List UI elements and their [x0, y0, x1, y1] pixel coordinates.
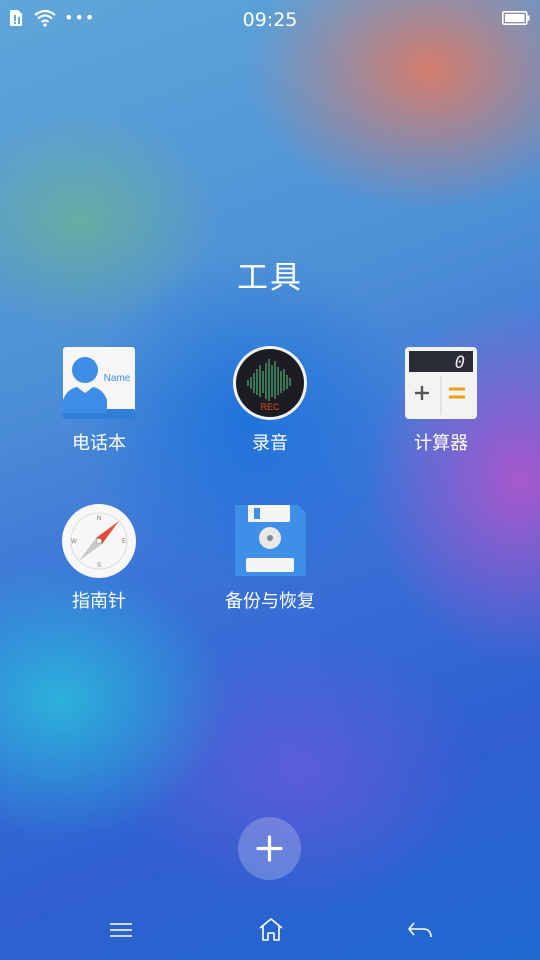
contacts-icon-text: Name — [104, 373, 131, 384]
app-label: 指南针 — [72, 591, 126, 612]
add-app-button[interactable] — [238, 817, 301, 880]
svg-text:E: E — [122, 539, 126, 545]
navigation-bar — [0, 900, 540, 960]
calculator-display-text: 0 — [455, 353, 465, 373]
calculator-icon: 0 — [405, 347, 477, 419]
folder-title: 工具 — [237, 260, 303, 296]
status-bar: ••• 09:25 — [0, 0, 540, 40]
contacts-icon: Name — [63, 347, 135, 419]
svg-text:S: S — [97, 563, 101, 569]
app-label: 计算器 — [414, 433, 468, 454]
compass-icon: N S W E — [62, 504, 136, 578]
menu-icon[interactable] — [106, 915, 136, 945]
backup-restore-icon — [235, 505, 306, 576]
home-icon[interactable] — [256, 915, 286, 945]
back-icon[interactable] — [405, 915, 435, 945]
app-label: 录音 — [252, 433, 288, 454]
svg-text:N: N — [97, 516, 101, 522]
battery-icon — [502, 11, 530, 25]
plus-icon — [256, 835, 283, 862]
svg-text:W: W — [71, 539, 77, 545]
status-time: 09:25 — [242, 9, 298, 31]
app-label: 电话本 — [72, 433, 126, 454]
app-label: 备份与恢复 — [225, 591, 315, 612]
recorder-icon: REC — [233, 346, 307, 420]
rec-text: REC — [260, 402, 280, 412]
